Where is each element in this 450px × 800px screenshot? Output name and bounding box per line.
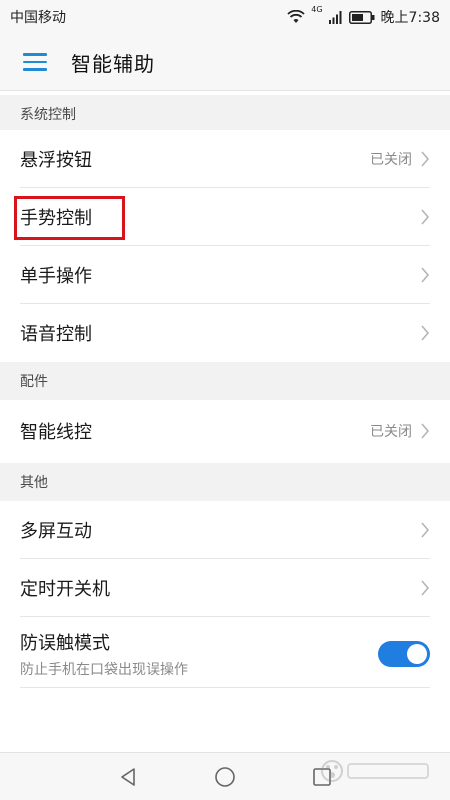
section-header-other: 其他 — [0, 463, 450, 501]
chevron-right-icon — [420, 580, 430, 596]
chevron-right-icon — [420, 209, 430, 225]
chevron-right-icon — [420, 267, 430, 283]
wifi-icon — [287, 10, 305, 24]
row-floating-button[interactable]: 悬浮按钮 已关闭 — [0, 130, 450, 188]
status-indicators: 4G 晚上7:38 — [287, 5, 440, 27]
carrier-label: 中国移动 — [10, 10, 66, 26]
row-description: 防止手机在口袋出现误操作 — [20, 662, 188, 678]
row-label: 防误触模式 — [20, 633, 110, 654]
toggle-knob — [407, 644, 427, 664]
chevron-right-icon — [420, 522, 430, 538]
home-icon[interactable] — [214, 766, 236, 788]
page-title: 智能辅助 — [71, 51, 155, 76]
row-label: 语音控制 — [20, 324, 92, 345]
chevron-right-icon — [420, 325, 430, 341]
header-divider — [0, 90, 450, 91]
row-label: 定时开关机 — [20, 579, 110, 600]
row-voice-control[interactable]: 语音控制 — [0, 304, 450, 362]
signal-icon — [328, 10, 343, 24]
back-icon[interactable] — [118, 767, 138, 787]
menu-icon[interactable] — [23, 53, 47, 71]
row-status-value: 已关闭 — [370, 152, 412, 168]
row-multi-screen[interactable]: 多屏互动 — [0, 501, 450, 559]
row-one-handed-mode[interactable]: 单手操作 — [0, 246, 450, 304]
row-label: 单手操作 — [20, 266, 92, 287]
clock-label: 晚上7:38 — [380, 10, 440, 26]
highlight-annotation-box — [14, 196, 125, 240]
battery-icon — [348, 10, 375, 24]
chevron-right-icon — [420, 423, 430, 439]
row-label: 多屏互动 — [20, 521, 92, 542]
row-scheduled-power[interactable]: 定时开关机 — [0, 559, 450, 617]
row-label: 智能线控 — [20, 422, 92, 443]
row-status-value: 已关闭 — [370, 424, 412, 440]
chevron-right-icon — [420, 151, 430, 167]
watermark-logo — [318, 756, 438, 786]
row-smart-wire-control[interactable]: 智能线控 已关闭 — [0, 402, 450, 460]
row-pocket-mode: 防误触模式 防止手机在口袋出现误操作 — [0, 620, 450, 688]
app-header: 智能辅助 — [0, 34, 450, 90]
pocket-mode-toggle[interactable] — [378, 641, 430, 667]
network-type-label: 4G — [311, 5, 323, 14]
section-header-accessories: 配件 — [0, 362, 450, 400]
status-bar: 中国移动 4G 晚上7:38 — [0, 0, 450, 34]
row-label: 悬浮按钮 — [20, 150, 92, 171]
section-header-system-control: 系统控制 — [0, 95, 450, 133]
